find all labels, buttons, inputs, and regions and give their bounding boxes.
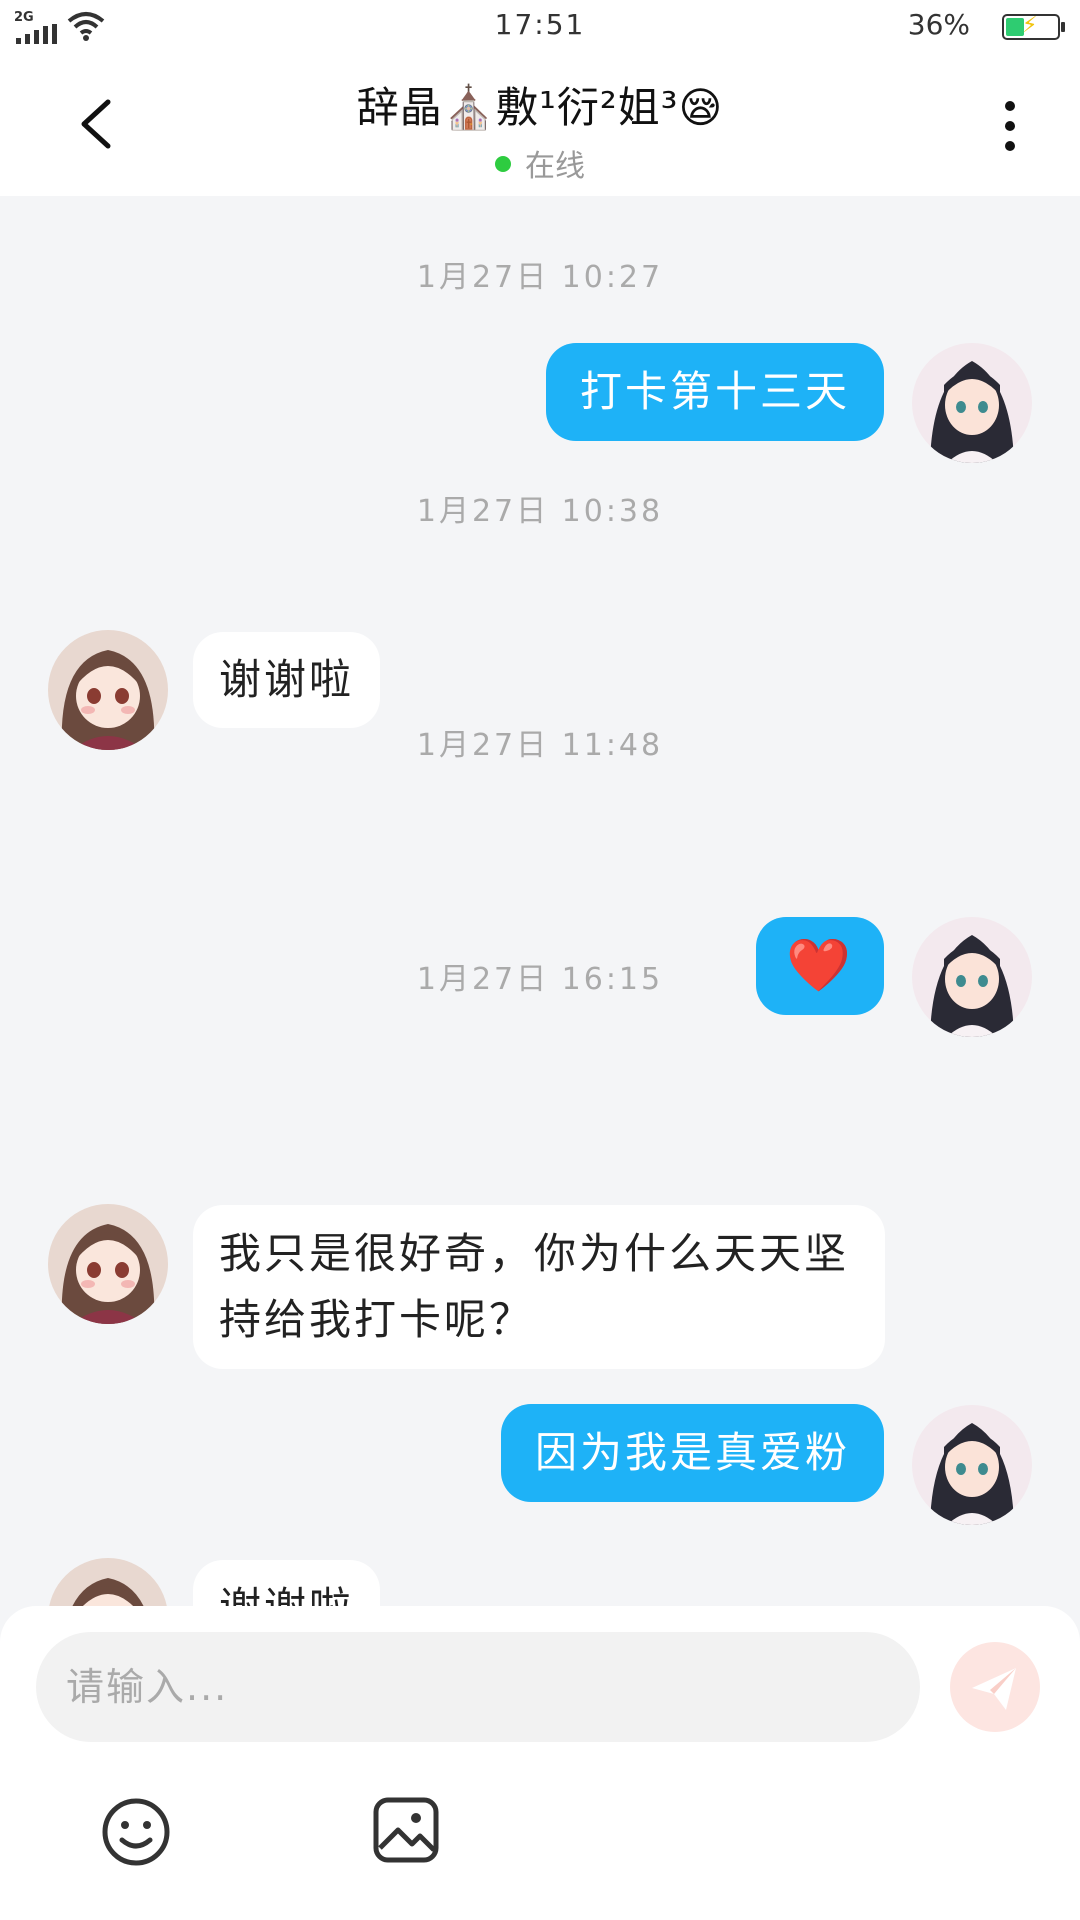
message-list[interactable]: 1月27日 10:27 打卡第十三天 1月27日 10:38 谢谢啦 1月27日… (0, 196, 1080, 1606)
send-button[interactable] (950, 1642, 1040, 1732)
online-status-text: 在线 (525, 149, 585, 184)
online-dot-icon (495, 156, 511, 172)
my-avatar[interactable] (912, 343, 1032, 463)
message-bubble-sent[interactable]: 因为我是真爱粉 (500, 1404, 884, 1502)
contact-avatar[interactable] (48, 1558, 168, 1606)
timestamp: 1月27日 10:27 (416, 260, 664, 295)
chat-title: 辞晶⛪敷¹衍²姐³😪 (356, 83, 724, 132)
image-button[interactable] (372, 1796, 440, 1864)
charging-bolt-icon: ⚡ (1022, 13, 1038, 38)
title-block: 辞晶⛪敷¹衍²姐³😪 在线 (200, 74, 880, 185)
battery-icon: ⚡ (1002, 13, 1065, 40)
back-button[interactable] (70, 94, 130, 154)
message-bubble-received[interactable]: 谢谢啦 (193, 632, 381, 728)
battery-percent: 36% (907, 8, 970, 41)
my-avatar[interactable] (912, 1405, 1032, 1525)
paper-plane-icon (972, 1668, 1016, 1710)
contact-avatar[interactable] (48, 1204, 168, 1324)
message-bubble-sent[interactable]: 打卡第十三天 (545, 343, 884, 441)
status-bar: 2G 17:51 36% ⚡ (0, 0, 1080, 54)
timestamp: 1月27日 11:48 (416, 728, 664, 763)
message-input[interactable] (36, 1632, 920, 1742)
timestamp: 1月27日 16:15 (416, 962, 664, 997)
timestamp: 1月27日 10:38 (416, 494, 664, 529)
chat-header: 辞晶⛪敷¹衍²姐³😪 在线 (0, 54, 1080, 196)
input-panel (0, 1606, 1080, 1920)
more-options-button[interactable] (990, 96, 1030, 156)
message-bubble-received[interactable]: 谢谢啦 (193, 1560, 381, 1606)
emoji-button[interactable] (100, 1796, 172, 1868)
online-status: 在线 (200, 141, 880, 185)
message-bubble-received[interactable]: 我只是很好奇，你为什么天天坚持给我打卡呢？ (193, 1205, 885, 1369)
